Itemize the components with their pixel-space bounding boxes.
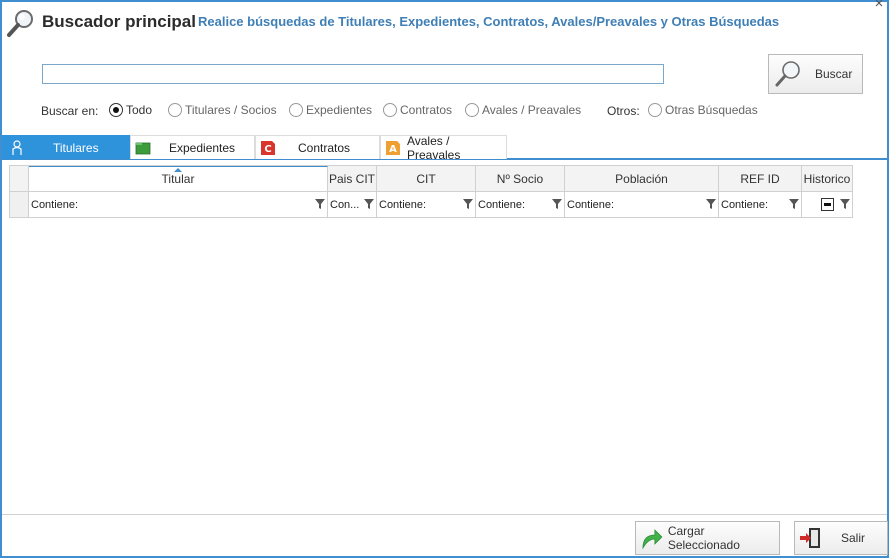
radio-todo[interactable]: Todo xyxy=(109,103,152,117)
person-icon xyxy=(12,139,22,155)
filter-icon[interactable] xyxy=(706,199,716,209)
tab-avales[interactable]: A Avales / Preavales xyxy=(380,133,507,162)
tab-label: Avales / Preavales xyxy=(406,133,461,162)
filter-text: Contiene: xyxy=(567,198,615,211)
radio-label: Otras Búsquedas xyxy=(665,103,758,117)
exit-door-icon xyxy=(800,528,820,548)
close-icon[interactable]: × xyxy=(871,0,887,12)
radio-circle[interactable] xyxy=(168,103,182,117)
filter-text: Contiene: xyxy=(721,198,769,211)
svg-text:C: C xyxy=(264,144,271,155)
radio-label: Contratos xyxy=(400,103,453,117)
aval-icon: A xyxy=(385,140,400,154)
scope-label: Buscar en: xyxy=(41,104,99,118)
green-arrow-icon xyxy=(642,529,663,550)
filter-cell-pais-cit[interactable]: Con... xyxy=(328,192,377,217)
results-grid: Titular Pais CIT CIT Nº Socio Población … xyxy=(9,165,853,218)
search-window: Buscador principal Realice búsquedas de … xyxy=(0,0,889,558)
page-subtitle: Realice búsquedas de Titulares, Expedien… xyxy=(198,14,780,29)
search-button-label: Buscar xyxy=(815,67,853,81)
tab-contratos[interactable]: C Contratos xyxy=(255,135,380,159)
magnifier-icon xyxy=(7,10,33,37)
filter-cell-historico[interactable] xyxy=(802,192,852,217)
radio-expedientes[interactable]: Expedientes xyxy=(289,103,372,117)
filter-cell-n-socio[interactable]: Contiene: xyxy=(476,192,565,217)
column-header-poblacion[interactable]: Población xyxy=(565,166,719,191)
column-header-cit[interactable]: CIT xyxy=(377,166,476,191)
radio-otras-busquedas[interactable]: Otras Búsquedas xyxy=(648,103,758,117)
grid-header-row: Titular Pais CIT CIT Nº Socio Población … xyxy=(10,166,852,192)
tab-bar: Titulares Expedientes C Contratos A Aval… xyxy=(2,133,887,162)
magnifier-icon xyxy=(775,61,800,87)
search-input[interactable] xyxy=(42,64,664,84)
radio-circle[interactable] xyxy=(465,103,479,117)
filter-cell-ref-id[interactable]: Contiene: xyxy=(719,192,802,217)
sort-arrow-icon xyxy=(174,168,182,172)
historico-filter-checkbox[interactable] xyxy=(821,198,834,211)
radio-titulares[interactable]: Titulares / Socios xyxy=(168,103,277,117)
column-header-label: REF ID xyxy=(740,171,780,186)
grid-filter-row: Contiene: Con... Contiene: Contiene: Con… xyxy=(10,192,852,217)
others-label: Otros: xyxy=(607,104,640,118)
column-header-label: Historico xyxy=(803,171,851,186)
tab-expedientes[interactable]: Expedientes xyxy=(130,135,255,159)
radio-avales[interactable]: Avales / Preavales xyxy=(465,103,581,117)
filter-icon[interactable] xyxy=(840,199,850,209)
filter-icon[interactable] xyxy=(789,199,799,209)
radio-label: Titulares / Socios xyxy=(185,103,277,117)
radio-circle[interactable] xyxy=(109,103,123,117)
radio-circle[interactable] xyxy=(289,103,303,117)
filter-icon[interactable] xyxy=(364,199,374,209)
column-header-historico[interactable]: Historico xyxy=(802,166,852,191)
search-scope: Buscar en: Todo Titulares / Socios Exped… xyxy=(41,103,802,121)
row-indicator-header xyxy=(10,166,29,191)
column-header-ref-id[interactable]: REF ID xyxy=(719,166,802,191)
row-indicator-filter xyxy=(10,192,29,217)
filter-icon[interactable] xyxy=(552,199,562,209)
tab-titulares[interactable]: Titulares xyxy=(2,135,130,159)
load-selected-button[interactable]: Cargar Seleccionado xyxy=(635,521,780,555)
filter-text: Contiene: xyxy=(379,198,427,211)
tab-label: Titulares xyxy=(53,140,99,155)
radio-label: Avales / Preavales xyxy=(482,103,582,117)
column-header-label: Titular xyxy=(161,172,195,186)
folder-icon xyxy=(135,142,151,154)
column-header-label: Nº Socio xyxy=(496,171,544,186)
filter-text: Contiene: xyxy=(478,198,526,211)
filter-text: Con... xyxy=(330,198,360,211)
radio-circle[interactable] xyxy=(383,103,397,117)
column-header-label: Población xyxy=(615,171,668,186)
column-header-label: CIT xyxy=(416,171,436,186)
radio-contratos[interactable]: Contratos xyxy=(383,103,452,117)
contract-icon: C xyxy=(261,140,275,155)
tab-label: Contratos xyxy=(298,140,351,155)
search-button[interactable]: Buscar xyxy=(768,54,863,94)
radio-circle[interactable] xyxy=(648,103,662,117)
column-header-pais-cit[interactable]: Pais CIT xyxy=(328,166,377,191)
filter-icon[interactable] xyxy=(463,199,473,209)
column-header-n-socio[interactable]: Nº Socio xyxy=(476,166,565,191)
svg-text:A: A xyxy=(389,143,397,154)
footer-bar: Cargar Seleccionado Salir xyxy=(2,514,888,556)
column-header-label: Pais CIT xyxy=(328,171,375,186)
radio-label: Todo xyxy=(126,103,153,117)
tab-label: Expedientes xyxy=(169,140,236,155)
exit-button[interactable]: Salir xyxy=(794,521,888,555)
load-selected-label: Cargar Seleccionado xyxy=(667,524,740,552)
exit-label: Salir xyxy=(841,531,866,545)
column-header-titular[interactable]: Titular xyxy=(29,166,328,191)
page-title: Buscador principal xyxy=(42,12,196,31)
filter-cell-titular[interactable]: Contiene: xyxy=(29,192,328,217)
radio-label: Expedientes xyxy=(306,103,373,117)
filter-cell-poblacion[interactable]: Contiene: xyxy=(565,192,719,217)
filter-icon[interactable] xyxy=(315,199,325,209)
filter-cell-cit[interactable]: Contiene: xyxy=(377,192,476,217)
filter-text: Contiene: xyxy=(31,198,79,211)
